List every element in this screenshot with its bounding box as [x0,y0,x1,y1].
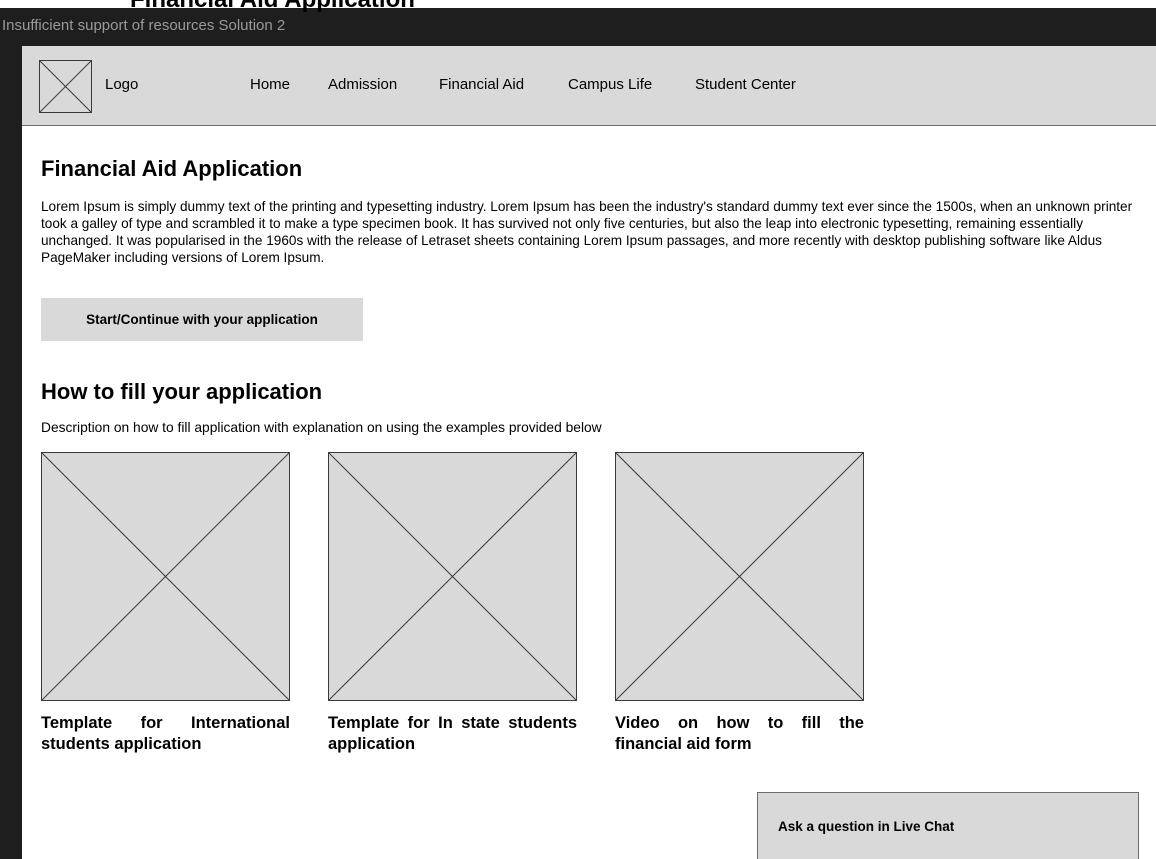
nav-item-admission[interactable]: Admission [328,76,397,93]
template-card-in-state[interactable]: Template for In state students applicati… [328,452,577,755]
logo-label[interactable]: Logo [105,76,138,93]
howto-description: Description on how to fill application w… [41,420,602,435]
logo-placeholder-icon[interactable] [39,60,92,113]
image-placeholder-icon[interactable] [41,452,290,701]
video-card-how-to-fill[interactable]: Video on how to fill the financial aid f… [615,452,864,755]
intro-paragraph: Lorem Ipsum is simply dummy text of the … [41,199,1133,265]
howto-title: How to fill your application [41,379,323,404]
image-placeholder-icon[interactable] [328,452,577,701]
card-caption: Video on how to fill the financial aid f… [615,714,864,753]
navbar: Logo Home Admission Financial Aid Campus… [22,46,1156,126]
page-title: Financial Aid Application [41,156,303,181]
video-placeholder-icon[interactable] [615,452,864,701]
start-application-button[interactable]: Start/Continue with your application [41,298,363,341]
nav-item-financial-aid[interactable]: Financial Aid [439,76,524,93]
frame-label[interactable]: Insufficient support of resources Soluti… [0,8,1156,46]
card-caption: Template for In state students applicati… [328,714,577,753]
card-caption: Template for International students appl… [41,714,290,753]
template-card-international[interactable]: Template for International students appl… [41,452,290,755]
nav-item-home[interactable]: Home [250,76,290,93]
live-chat-widget[interactable]: Ask a question in Live Chat [757,792,1139,859]
live-chat-label[interactable]: Ask a question in Live Chat [778,819,954,834]
nav-item-campus-life[interactable]: Campus Life [568,76,652,93]
nav-item-student-center[interactable]: Student Center [695,76,796,93]
wireframe-frame: Logo Home Admission Financial Aid Campus… [22,46,1156,859]
